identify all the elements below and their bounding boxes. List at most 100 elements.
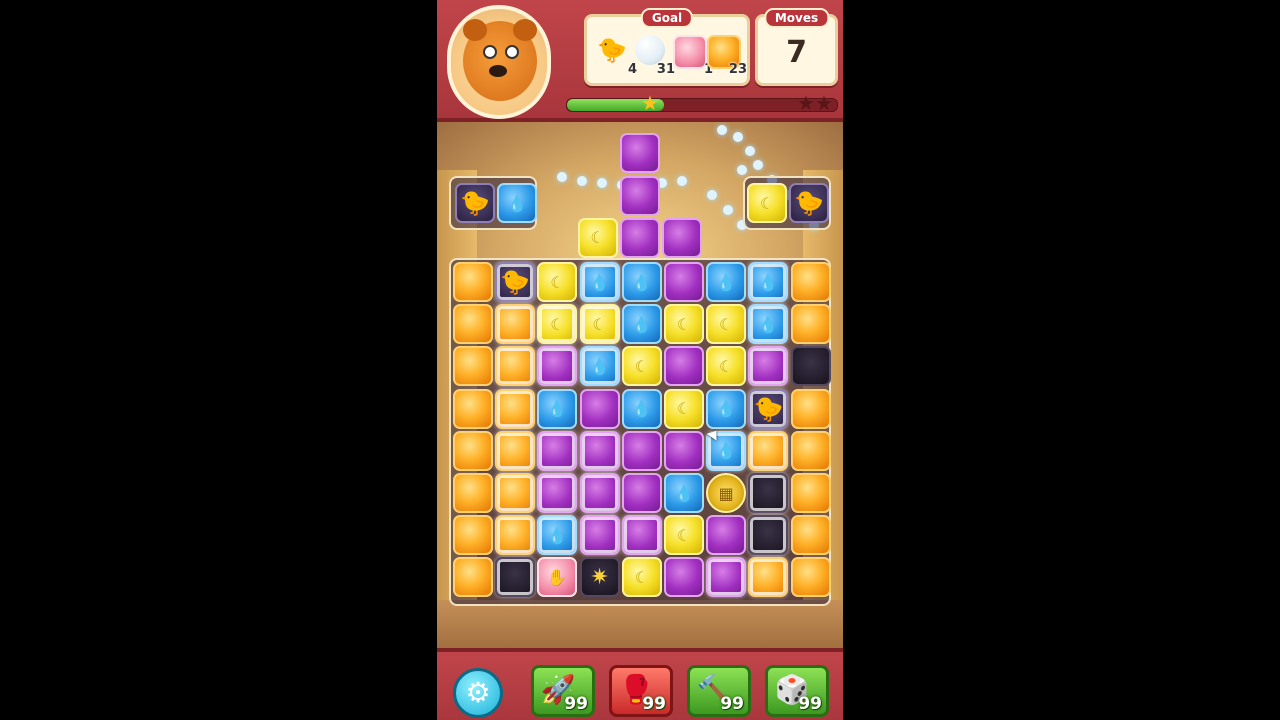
- purple-cube[interactable]: [619, 217, 660, 258]
- rocket-booster-button[interactable]: 🚀 99: [531, 665, 595, 717]
- purple-cube[interactable]: [621, 430, 662, 471]
- duck-tile-in-bubble[interactable]: 🐤: [495, 262, 536, 302]
- boxing-glove-booster-button[interactable]: 🥊 99: [609, 665, 673, 717]
- duck-icon: 🐤: [597, 36, 627, 64]
- blue-cube-in-bubble[interactable]: 💧: [748, 304, 789, 345]
- blue-cube[interactable]: 💧: [537, 388, 578, 429]
- orange-cube[interactable]: [790, 262, 831, 302]
- yellow-cube[interactable]: ☾: [664, 304, 704, 345]
- orange-cube-in-bubble[interactable]: [748, 430, 789, 471]
- purple-cube[interactable]: [664, 557, 704, 598]
- blue-cube[interactable]: 💧: [621, 388, 662, 429]
- orange-cube[interactable]: [453, 262, 493, 302]
- blue-cube[interactable]: 💧: [621, 304, 662, 345]
- orange-cube[interactable]: [453, 346, 493, 387]
- blue-cube[interactable]: 💧: [497, 183, 537, 223]
- yellow-cube[interactable]: ☾: [537, 262, 578, 302]
- yellow-cube-icon: ☾: [550, 314, 565, 334]
- yellow-cube-in-bubble[interactable]: ☾: [537, 304, 578, 345]
- light-bulb: [733, 132, 743, 142]
- blue-cube-icon: 💧: [547, 525, 568, 545]
- orange-cube[interactable]: [453, 515, 493, 556]
- orange-cube-in-bubble[interactable]: [495, 346, 536, 387]
- blue-cube[interactable]: 💧: [706, 262, 747, 302]
- duck-tile[interactable]: 🐤: [455, 183, 495, 223]
- purple-cube-in-bubble[interactable]: [579, 473, 620, 513]
- blue-cube-in-bubble[interactable]: 💧: [579, 346, 620, 387]
- orange-cube[interactable]: [790, 430, 831, 471]
- orange-cube[interactable]: [453, 388, 493, 429]
- blue-cube-in-bubble[interactable]: 💧: [748, 262, 789, 302]
- yellow-cube[interactable]: ☾: [577, 217, 618, 258]
- pink-cube[interactable]: ✋: [537, 557, 578, 598]
- duck-tile[interactable]: 🐤: [789, 183, 829, 223]
- yellow-cube[interactable]: ☾: [706, 346, 747, 387]
- duck-tile-in-bubble[interactable]: 🐤: [748, 388, 789, 429]
- orange-cube[interactable]: [453, 557, 493, 598]
- purple-cube[interactable]: [619, 175, 660, 216]
- orange-cube[interactable]: [453, 304, 493, 345]
- light-bulb: [707, 190, 717, 200]
- yellow-cube-icon: ☾: [590, 228, 605, 248]
- purple-cube[interactable]: [664, 346, 704, 387]
- purple-cube[interactable]: [621, 473, 662, 513]
- orange-cube[interactable]: [453, 430, 493, 471]
- orange-cube[interactable]: [790, 473, 831, 513]
- purple-cube[interactable]: [706, 515, 747, 556]
- orange-cube-in-bubble[interactable]: [495, 473, 536, 513]
- purple-cube-in-bubble[interactable]: [706, 557, 747, 598]
- empty-tile-in-bubble[interactable]: [495, 557, 536, 598]
- purple-cube[interactable]: [664, 430, 704, 471]
- orange-cube[interactable]: [790, 515, 831, 556]
- moves-panel: Moves 7: [755, 8, 838, 86]
- blue-cube-icon: 💧: [507, 193, 527, 213]
- purple-cube-in-bubble[interactable]: [537, 473, 578, 513]
- purple-cube[interactable]: [619, 133, 660, 174]
- empty-tile[interactable]: [790, 346, 831, 387]
- orange-cube-in-bubble[interactable]: [495, 515, 536, 556]
- blue-cube[interactable]: 💧: [664, 473, 704, 513]
- blue-cube-in-bubble[interactable]: 💧: [537, 515, 578, 556]
- settings-button[interactable]: ⚙: [453, 668, 503, 718]
- yellow-cube-in-bubble[interactable]: ☾: [579, 304, 620, 345]
- purple-cube[interactable]: [664, 262, 704, 302]
- booster-count: 99: [720, 694, 744, 714]
- dice-booster-button[interactable]: 🎲 99: [765, 665, 829, 717]
- orange-cube-in-bubble[interactable]: [748, 557, 789, 598]
- orange-cube-in-bubble[interactable]: [495, 304, 536, 345]
- blue-cube-icon: 💧: [631, 314, 652, 334]
- puzzle-board: 🐤 ☾ 💧 💧 💧 💧 ☾ ☾ 💧 ☾ ☾ 💧 💧 ☾ ☾ 💧 💧 ☾ 💧 🐤 💧 💧 ▦ 💧 ☾ ✋ ✷ ☾: [449, 258, 831, 606]
- purple-cube[interactable]: [579, 388, 620, 429]
- duck-tile-icon: 🐤: [753, 394, 784, 423]
- purple-cube[interactable]: [662, 217, 702, 258]
- blue-cube-in-bubble[interactable]: 💧: [579, 262, 620, 302]
- yellow-cube[interactable]: ☾: [664, 388, 704, 429]
- orange-cube[interactable]: [790, 557, 831, 598]
- yellow-cube[interactable]: ☾: [621, 557, 662, 598]
- blue-cube[interactable]: 💧: [706, 388, 747, 429]
- empty-tile-in-bubble[interactable]: [748, 515, 789, 556]
- light-bulb: [577, 176, 587, 186]
- yellow-cube[interactable]: ☾: [621, 346, 662, 387]
- purple-cube-in-bubble[interactable]: [621, 515, 662, 556]
- orange-cube[interactable]: [453, 473, 493, 513]
- yellow-cube[interactable]: ☾: [747, 183, 787, 223]
- purple-cube-in-bubble[interactable]: [537, 430, 578, 471]
- purple-cube-in-bubble[interactable]: [748, 346, 789, 387]
- empty-tile-in-bubble[interactable]: [748, 473, 789, 513]
- disco-ball[interactable]: ▦: [706, 473, 747, 513]
- star-bomb[interactable]: ✷: [579, 557, 620, 598]
- hammer-booster-button[interactable]: 🔨 99: [687, 665, 751, 717]
- yellow-cube[interactable]: ☾: [706, 304, 747, 345]
- moves-label: Moves: [763, 8, 830, 28]
- yellow-cube[interactable]: ☾: [664, 515, 704, 556]
- orange-cube-in-bubble[interactable]: [495, 430, 536, 471]
- purple-cube-in-bubble[interactable]: [537, 346, 578, 387]
- orange-cube[interactable]: [790, 388, 831, 429]
- purple-cube-in-bubble[interactable]: [579, 515, 620, 556]
- blue-cube[interactable]: 💧: [621, 262, 662, 302]
- orange-cube-in-bubble[interactable]: [495, 388, 536, 429]
- orange-cube[interactable]: [790, 304, 831, 345]
- purple-cube-in-bubble[interactable]: [579, 430, 620, 471]
- duck-tile-icon: 🐤: [460, 189, 490, 217]
